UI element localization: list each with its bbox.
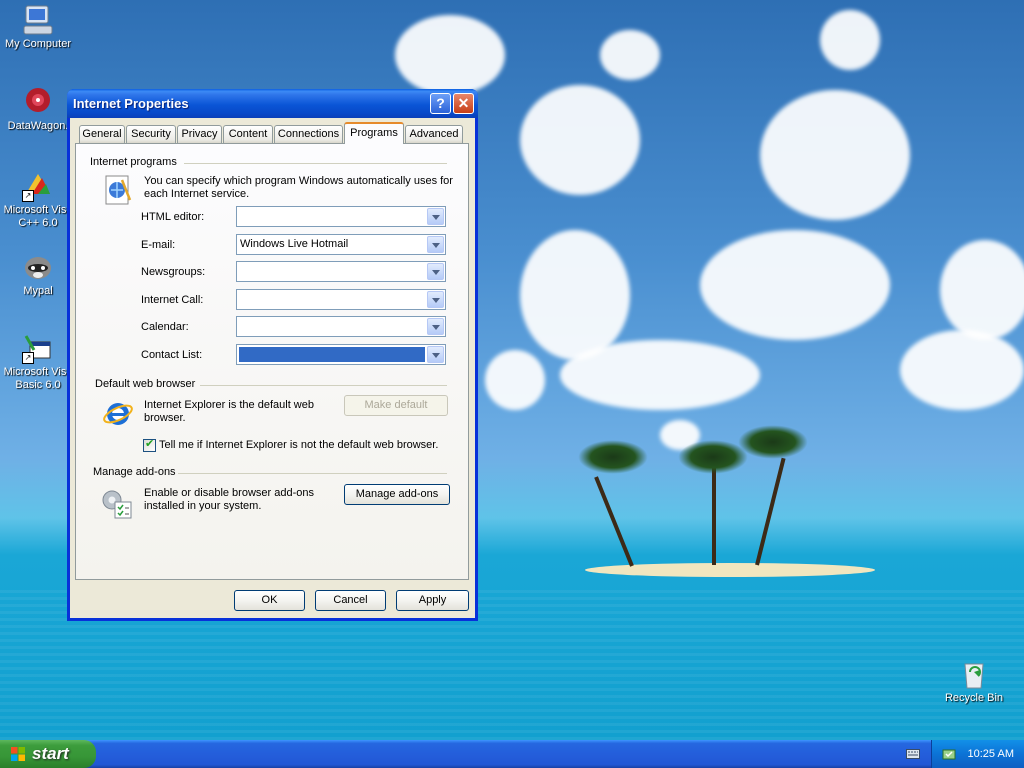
help-icon: ?: [436, 95, 445, 111]
apply-button[interactable]: Apply: [396, 590, 469, 611]
newsgroups-select[interactable]: [236, 261, 446, 282]
close-button[interactable]: ✕: [453, 93, 474, 114]
tab-general[interactable]: General: [79, 125, 125, 143]
chevron-down-icon[interactable]: [427, 318, 444, 335]
visual-basic-icon: ↗: [22, 332, 54, 364]
chevron-down-icon[interactable]: [427, 263, 444, 280]
desktop-icon-datawagon[interactable]: DataWagon.: [0, 86, 76, 133]
cloud: [560, 340, 760, 410]
contact-list-label: Contact List:: [141, 349, 203, 361]
default-browser-text: Internet Explorer is the default web bro…: [144, 399, 314, 424]
desktop-icon-my-computer[interactable]: My Computer: [0, 4, 76, 51]
recycle-bin-icon: [958, 658, 990, 690]
manage-addons-heading: Manage add-ons: [93, 466, 176, 478]
windows-flag-icon: [11, 747, 25, 761]
internet-programs-description: You can specify which program Windows au…: [144, 175, 453, 200]
cloud: [760, 90, 910, 220]
cloud: [820, 10, 880, 70]
palm-trunk: [712, 465, 716, 565]
newsgroups-label: Newsgroups:: [141, 266, 206, 278]
chevron-down-icon[interactable]: [427, 236, 444, 253]
internet-programs-heading: Internet programs: [90, 156, 177, 168]
clock[interactable]: 10:25 AM: [968, 740, 1014, 768]
ok-button[interactable]: OK: [234, 590, 305, 611]
cloud: [395, 15, 505, 95]
internet-properties-window: Internet Properties ? ✕ General Security…: [67, 89, 478, 621]
palm-trunk: [594, 476, 634, 567]
group-divider: [184, 163, 447, 164]
manage-addons-button[interactable]: Manage add-ons: [344, 484, 450, 505]
my-computer-icon: [22, 4, 54, 36]
cloud: [520, 85, 640, 195]
programs-tab-page: Internet programs You can specify which …: [75, 143, 469, 580]
shortcut-arrow-icon: ↗: [22, 190, 34, 202]
desktop-icon-visual-cpp[interactable]: ↗ Microsoft Visu C++ 6.0: [0, 170, 76, 230]
default-browser-checkbox[interactable]: [143, 437, 156, 452]
manage-addons-text: Enable or disable browser add-ons instal…: [144, 487, 314, 512]
internet-programs-icon: [102, 174, 134, 206]
tab-privacy[interactable]: Privacy: [177, 125, 222, 143]
palm-fronds: [738, 425, 808, 459]
tab-connections[interactable]: Connections: [274, 125, 343, 143]
mypal-raccoon-icon: [22, 251, 54, 283]
html-editor-select[interactable]: [236, 206, 446, 227]
email-label: E-mail:: [141, 239, 176, 251]
group-divider: [178, 473, 447, 474]
palm-fronds: [578, 440, 648, 474]
start-label: start: [32, 744, 69, 763]
tab-programs[interactable]: Programs: [344, 122, 404, 144]
help-button[interactable]: ?: [430, 93, 451, 114]
cloud: [600, 30, 660, 80]
cloud: [700, 230, 890, 340]
safely-remove-hardware-icon[interactable]: [942, 747, 956, 761]
start-button[interactable]: start: [0, 740, 96, 768]
window-title: Internet Properties: [73, 96, 189, 111]
keyboard-icon[interactable]: [906, 747, 920, 760]
default-browser-heading: Default web browser: [95, 378, 196, 390]
cloud: [520, 230, 630, 360]
title-bar[interactable]: Internet Properties ? ✕: [67, 89, 478, 118]
calendar-select[interactable]: [236, 316, 446, 337]
tab-security[interactable]: Security: [126, 125, 176, 143]
dialog-client-area: General Security Privacy Content Connect…: [70, 118, 475, 618]
calendar-label: Calendar:: [141, 321, 189, 333]
group-divider: [200, 385, 447, 386]
chevron-down-icon[interactable]: [427, 208, 444, 225]
email-select[interactable]: Windows Live Hotmail: [236, 234, 446, 255]
visual-cpp-icon: ↗: [22, 170, 54, 202]
tab-advanced[interactable]: Advanced: [405, 125, 463, 143]
make-default-button[interactable]: Make default: [344, 395, 448, 416]
desktop-icon-mypal[interactable]: Mypal: [0, 251, 76, 298]
contact-list-select[interactable]: [236, 344, 446, 365]
cloud: [485, 350, 545, 410]
html-editor-label: HTML editor:: [141, 211, 205, 223]
cloud: [900, 330, 1024, 410]
desktop-icon-visual-basic[interactable]: ↗ Microsoft Visu Basic 6.0: [0, 332, 76, 392]
close-icon: ✕: [457, 95, 470, 111]
system-tray: 10:25 AM: [931, 740, 1024, 768]
chevron-down-icon[interactable]: [427, 346, 444, 363]
chevron-down-icon[interactable]: [427, 291, 444, 308]
default-browser-checkbox-label[interactable]: Tell me if Internet Explorer is not the …: [159, 439, 438, 451]
shortcut-arrow-icon: ↗: [22, 352, 34, 364]
internet-explorer-icon: [102, 398, 134, 430]
addons-icon: [100, 486, 134, 520]
internet-call-select[interactable]: [236, 289, 446, 310]
datawagon-icon: [22, 86, 54, 118]
internet-call-label: Internet Call:: [141, 294, 204, 306]
tab-content[interactable]: Content: [223, 125, 273, 143]
taskbar: start 10:25 AM: [0, 740, 1024, 768]
cloud: [940, 240, 1024, 340]
palm-trunk: [755, 457, 786, 566]
cancel-button[interactable]: Cancel: [315, 590, 386, 611]
desktop-icon-recycle-bin[interactable]: Recycle Bin: [936, 658, 1012, 705]
palm-fronds: [678, 440, 748, 474]
